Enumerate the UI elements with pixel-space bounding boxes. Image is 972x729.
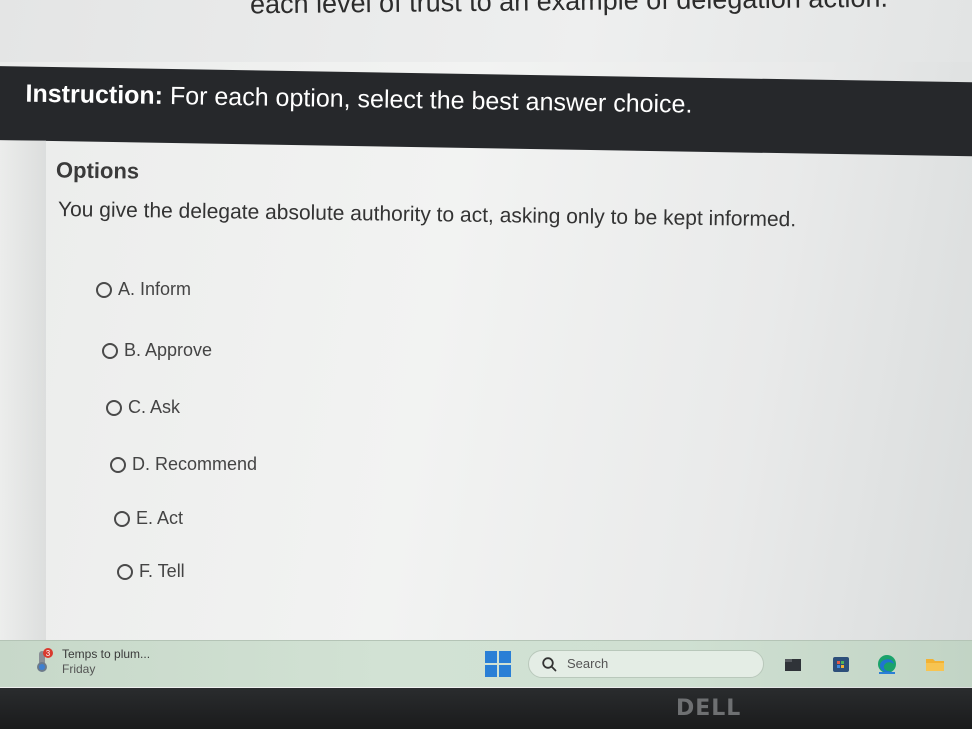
answer-label: B. Approve	[124, 340, 213, 360]
answer-label: F. Tell	[139, 561, 185, 581]
answer-list: A. Inform B. Approve C. Ask D. Recommend…	[0, 0, 972, 688]
brand-logo: DELL	[676, 696, 742, 721]
store-icon[interactable]	[830, 653, 852, 675]
radio-button[interactable]	[110, 456, 126, 473]
radio-button[interactable]	[96, 281, 112, 298]
weather-icon[interactable]: 3	[30, 647, 56, 673]
monitor-bezel: DELL	[0, 688, 972, 729]
answer-option-approve[interactable]: B. Approve	[102, 340, 212, 361]
search-icon	[542, 657, 557, 672]
folder-icon[interactable]	[924, 653, 946, 675]
notification-badge: 3	[46, 649, 51, 658]
weather-subtitle: Friday	[62, 662, 96, 676]
search-placeholder: Search	[567, 656, 609, 671]
screen: each level of trust to an example of del…	[0, 0, 972, 688]
windows-start-icon[interactable]	[485, 651, 511, 677]
answer-label: E. Act	[136, 508, 184, 528]
answer-label: A. Inform	[118, 279, 192, 299]
answer-label: D. Recommend	[132, 454, 258, 474]
radio-button[interactable]	[102, 342, 118, 359]
answer-option-inform[interactable]: A. Inform	[96, 279, 191, 300]
answer-option-ask[interactable]: C. Ask	[106, 397, 180, 418]
taskbar-search-box[interactable]: Search	[528, 650, 764, 678]
radio-button[interactable]	[106, 399, 122, 416]
answer-option-tell[interactable]: F. Tell	[117, 561, 185, 582]
file-explorer-icon[interactable]	[782, 653, 804, 675]
weather-title[interactable]: Temps to plum...	[62, 647, 150, 661]
radio-button[interactable]	[117, 563, 133, 580]
radio-button[interactable]	[114, 510, 130, 527]
taskbar: 3 Temps to plum... Friday Search	[0, 640, 972, 687]
answer-option-act[interactable]: E. Act	[114, 508, 183, 529]
answer-label: C. Ask	[128, 397, 181, 417]
edge-icon[interactable]	[876, 653, 898, 675]
answer-option-recommend[interactable]: D. Recommend	[110, 454, 257, 475]
